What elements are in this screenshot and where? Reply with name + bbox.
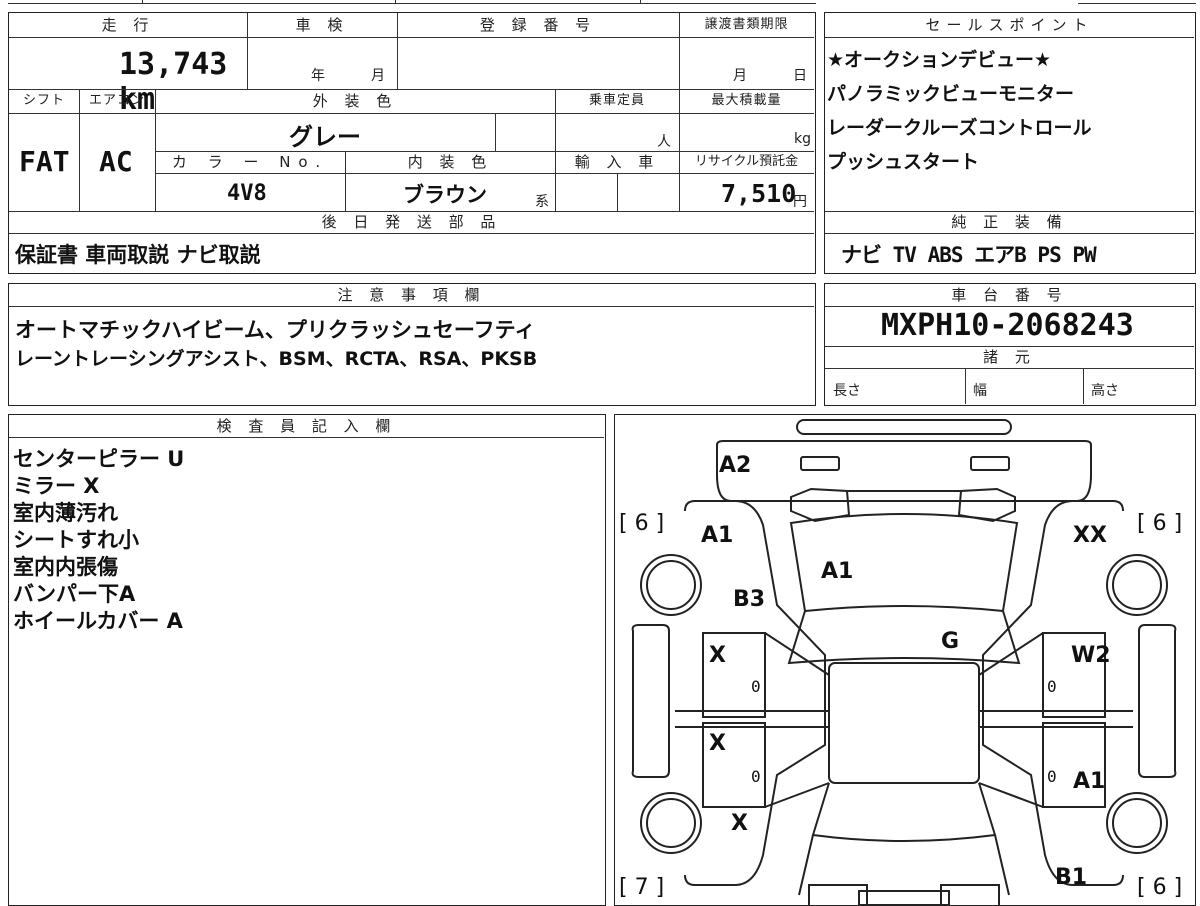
- transfer-month-unit: 月: [733, 68, 747, 84]
- inspector-label: 検 査 員 記 入 欄: [216, 417, 397, 435]
- damage-mark: X: [709, 731, 726, 756]
- inspector-line: バンパー下A: [13, 582, 136, 606]
- tire-tread-front-left: [ 6 ]: [619, 511, 665, 536]
- damage-diagram-panel: A2 A1 A1 B3 XX G X X X W2 A1 B1 [ 6 ] [ …: [614, 414, 1196, 906]
- inspector-line: ミラー X: [13, 474, 100, 498]
- capacity-label: 乗車定員: [588, 93, 645, 108]
- sales-point-line: プッシュスタート: [827, 151, 980, 173]
- chassis-label: 車 台 番 号: [951, 286, 1068, 304]
- transfer-deadline-label: 譲渡書類期限: [704, 17, 789, 32]
- equipment-value: ナビ TV ABS エアB PS PW: [841, 243, 1097, 267]
- tire-tread-rear-right: [ 6 ]: [1137, 875, 1183, 900]
- damage-mark: G: [941, 629, 960, 654]
- import-label: 輸 入 車: [574, 153, 660, 171]
- ac-label: エアコン: [88, 93, 145, 108]
- top-strip-line-right: [1078, 3, 1196, 4]
- notes-line: レーントレーシングアシスト、BSM、RCTA、RSA、PKSB: [15, 348, 538, 370]
- recycle-label: リサイクル預託金: [694, 154, 799, 169]
- mileage-label: 走 行: [101, 16, 155, 34]
- max-load-label: 最大積載量: [711, 93, 782, 108]
- inspection-year-unit: 年: [311, 68, 325, 84]
- capacity-unit: 人: [657, 134, 671, 150]
- top-strip-divider: [640, 0, 641, 4]
- sales-point-line: レーダークルーズコントロール: [827, 117, 1092, 139]
- interior-color-label: 内 装 色: [407, 153, 493, 171]
- later-parts-label: 後 日 発 送 部 品: [321, 213, 502, 231]
- interior-color-suffix: 系: [535, 194, 549, 210]
- sales-point-line: パノラミックビューモニター: [827, 83, 1075, 105]
- shift-label: シフト: [22, 93, 65, 108]
- registration-label: 登 録 番 号: [479, 16, 597, 34]
- height-label: 高さ: [1091, 383, 1119, 399]
- transfer-day-unit: 日: [793, 68, 807, 84]
- chassis-number: MXPH10-2068243: [881, 308, 1134, 343]
- inspector-line: 室内薄汚れ: [13, 501, 118, 525]
- top-strip-divider: [142, 0, 143, 4]
- damage-mark: B1: [1055, 865, 1088, 890]
- notes-panel: 注 意 事 項 欄 オートマチックハイビーム、プリクラッシュセーフティ レーント…: [8, 283, 816, 406]
- exterior-color-value: グレー: [289, 123, 361, 151]
- sales-points-label: セールスポイント: [925, 16, 1094, 34]
- damage-mark: A2: [719, 453, 752, 478]
- sales-points-panel: セールスポイント ★オークションデビュー★ パノラミックビューモニター レーダー…: [824, 12, 1196, 274]
- damage-mark: A1: [1073, 769, 1106, 794]
- length-label: 長さ: [833, 383, 861, 399]
- damage-mark: XX: [1073, 523, 1107, 548]
- inspector-panel: 検 査 員 記 入 欄 センターピラー U ミラー X 室内薄汚れ シートすれ小…: [8, 414, 606, 906]
- chassis-panel: 車 台 番 号 MXPH10-2068243 諸 元 長さ 幅 高さ: [824, 283, 1196, 406]
- notes-label: 注 意 事 項 欄: [337, 286, 486, 304]
- tire-tread-rear-left: [ 7 ]: [619, 875, 665, 900]
- equipment-label: 純 正 装 備: [951, 213, 1068, 231]
- ac-value: AC: [99, 145, 133, 178]
- exterior-color-label: 外 装 色: [312, 92, 398, 110]
- top-strip-line: [8, 3, 816, 4]
- recycle-value: 7,510: [721, 179, 797, 208]
- inspector-line: シートすれ小: [13, 528, 139, 552]
- door-zero-mark: 0: [751, 677, 761, 696]
- inspection-label: 車 検: [295, 16, 349, 34]
- door-zero-mark: 0: [1047, 677, 1057, 696]
- damage-mark: A1: [821, 559, 854, 584]
- color-no-label: カ ラ ー No.: [171, 153, 329, 171]
- recycle-unit: 円: [793, 194, 807, 210]
- door-zero-mark: 0: [751, 767, 761, 786]
- damage-mark: A1: [701, 523, 734, 548]
- notes-line: オートマチックハイビーム、プリクラッシュセーフティ: [15, 318, 536, 342]
- later-parts-value: 保証書 車両取説 ナビ取説: [15, 243, 261, 267]
- inspection-month-unit: 月: [371, 68, 385, 84]
- width-label: 幅: [973, 383, 987, 399]
- tire-tread-front-right: [ 6 ]: [1137, 511, 1183, 536]
- damage-mark: B3: [733, 587, 766, 612]
- vehicle-info-table: 走 行 車 検 登 録 番 号 譲渡書類期限 13,743 km 年 月 月 日…: [8, 12, 816, 274]
- interior-color-value: ブラウン: [403, 183, 487, 207]
- max-load-unit: kg: [794, 131, 811, 147]
- inspector-line: 室内内張傷: [13, 555, 118, 579]
- specs-label: 諸 元: [983, 348, 1036, 366]
- color-no-value: 4V8: [227, 181, 267, 206]
- inspector-line: センターピラー U: [13, 447, 185, 471]
- shift-value: FAT: [19, 145, 70, 178]
- damage-mark: X: [731, 811, 748, 836]
- damage-mark: X: [709, 643, 726, 668]
- inspector-line: ホイールカバー A: [13, 609, 183, 633]
- top-strip-divider: [395, 0, 396, 4]
- door-zero-mark: 0: [1047, 767, 1057, 786]
- sales-point-line: ★オークションデビュー★: [827, 49, 1052, 71]
- damage-mark: W2: [1071, 643, 1111, 668]
